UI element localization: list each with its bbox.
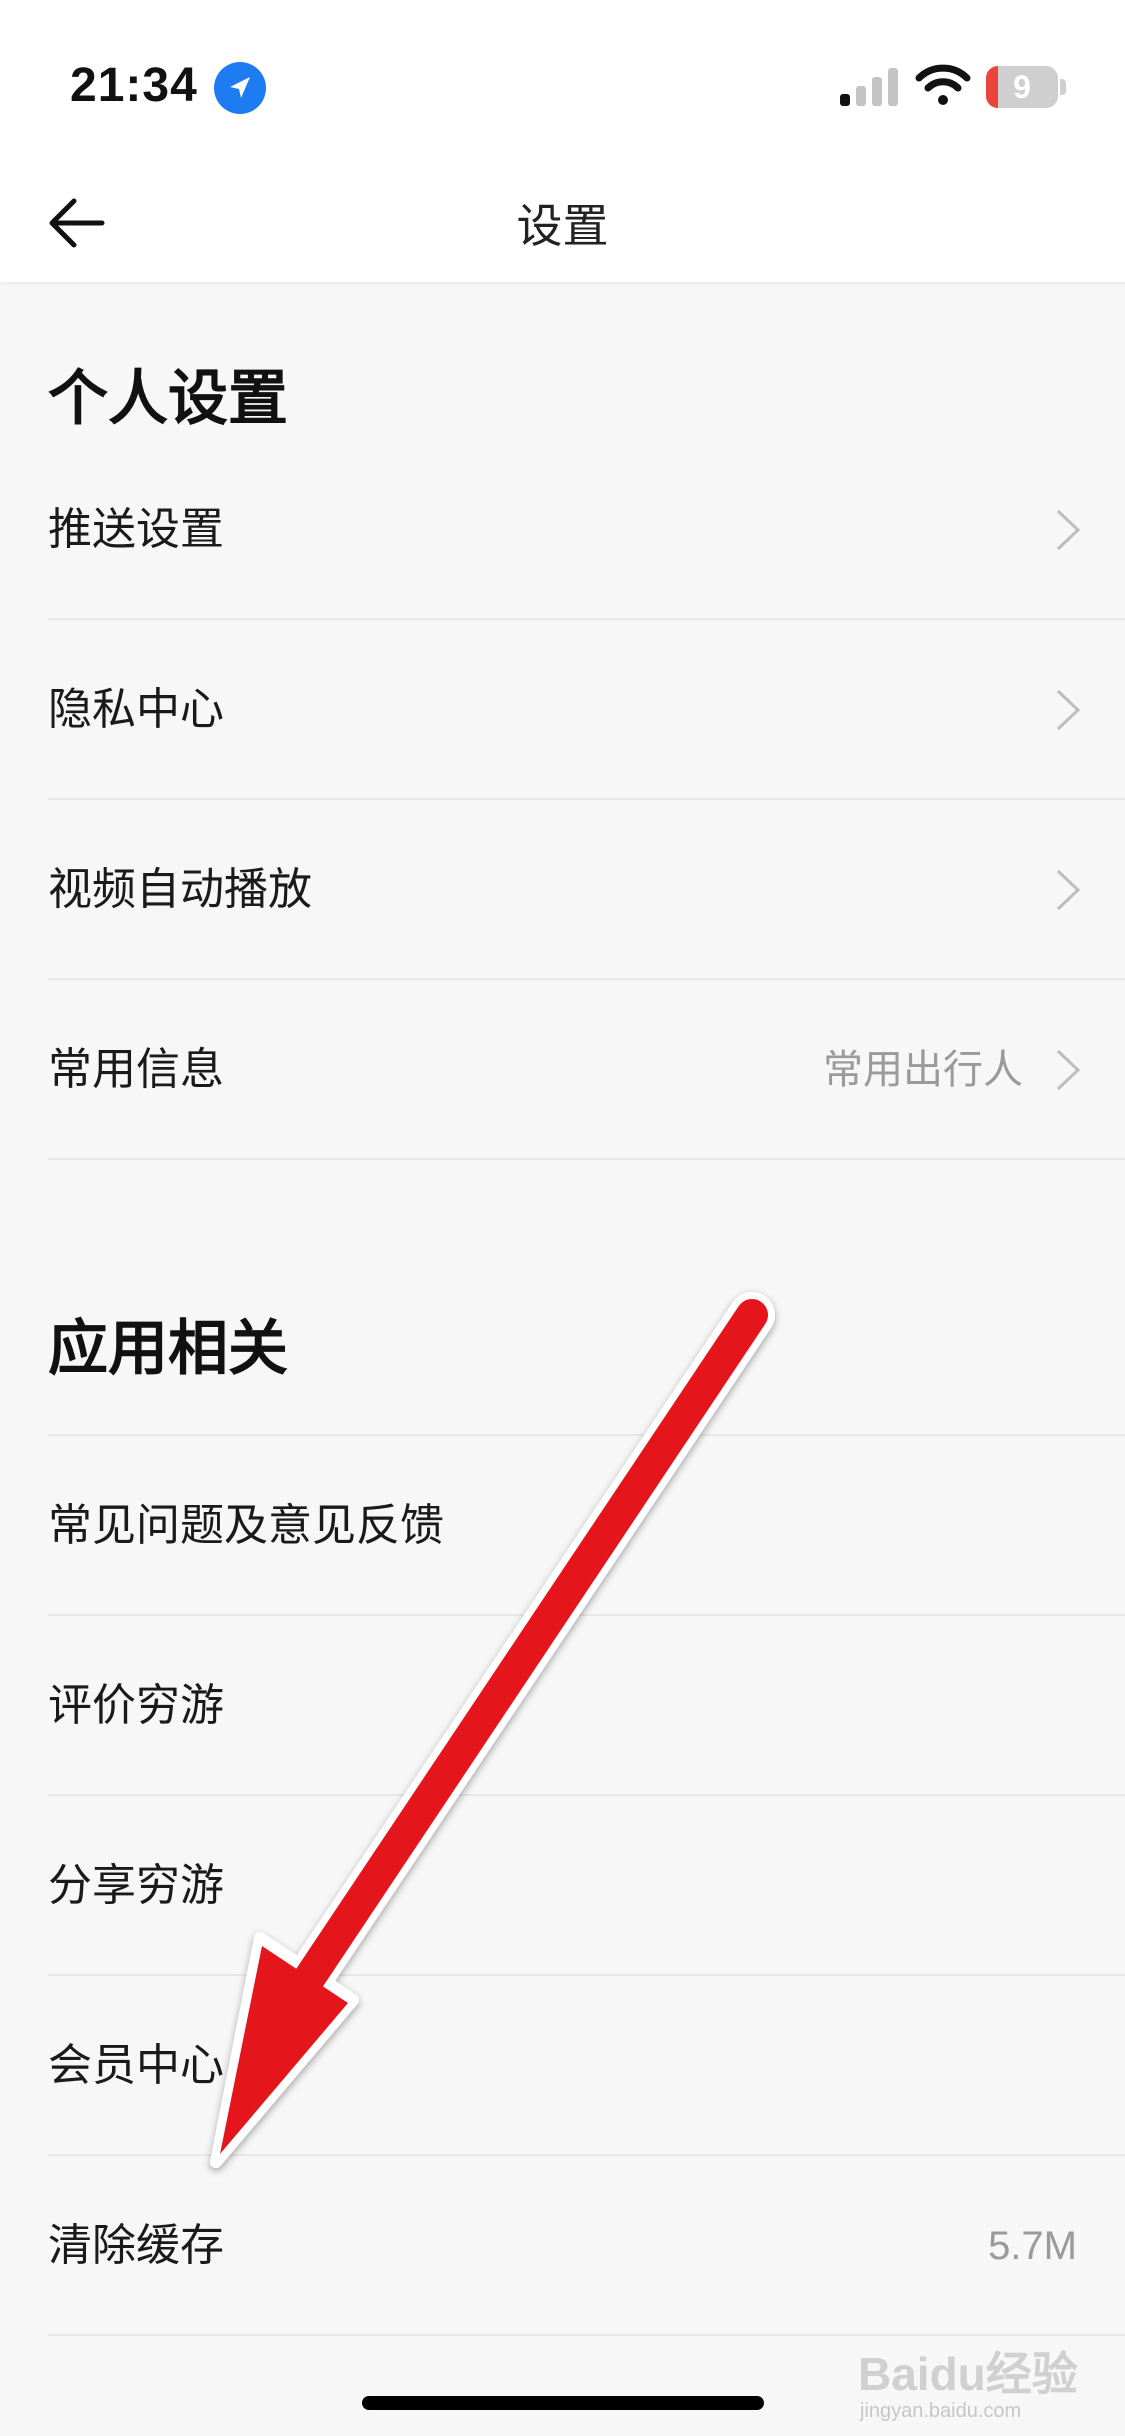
section-title-personal: 个人设置	[48, 365, 288, 432]
wifi-icon	[915, 64, 971, 105]
settings-item-label: 常用信息	[48, 1045, 224, 1094]
settings-item-label: 隐私中心	[48, 685, 224, 734]
settings-item-label: 推送设置	[48, 505, 224, 554]
status-time: 21:34	[70, 59, 198, 112]
settings-item-share-app[interactable]: 分享穷游	[48, 1796, 1125, 1976]
chevron-right-icon	[1056, 1049, 1081, 1091]
page-title: 设置	[516, 200, 609, 252]
status-bar: 21:34 9	[0, 0, 1125, 160]
settings-item-privacy[interactable]: 隐私中心	[48, 620, 1125, 800]
baidu-watermark-logo: Baidu经验	[858, 2338, 1078, 2408]
settings-item-push[interactable]: 推送设置	[48, 440, 1125, 620]
settings-item-video-autoplay[interactable]: 视频自动播放	[48, 800, 1125, 980]
settings-item-common-info[interactable]: 常用信息 常用出行人	[48, 980, 1125, 1160]
battery-icon: 9	[986, 66, 1066, 108]
settings-item-label: 视频自动播放	[48, 865, 312, 914]
settings-item-member-center[interactable]: 会员中心	[48, 1976, 1125, 2156]
nav-bar: 设置	[0, 160, 1125, 282]
battery-percentage: 9	[1013, 69, 1031, 105]
settings-item-clear-cache[interactable]: 清除缓存 5.7M	[48, 2156, 1125, 2336]
settings-item-value: 常用出行人	[823, 1048, 1023, 1092]
watermark-url: jingyan.baidu.com	[860, 2400, 1022, 2422]
settings-item-label: 评价穷游	[48, 1681, 224, 1730]
svg-text:Baidu经验: Baidu经验	[858, 2348, 1078, 2400]
location-icon	[214, 62, 266, 114]
settings-item-faq-feedback[interactable]: 常见问题及意见反馈	[48, 1436, 1125, 1616]
home-indicator[interactable]	[362, 2396, 764, 2410]
settings-item-label: 清除缓存	[48, 2221, 224, 2270]
settings-item-rate-app[interactable]: 评价穷游	[48, 1616, 1125, 1796]
section-title-app: 应用相关	[48, 1315, 288, 1382]
chevron-right-icon	[1056, 689, 1081, 731]
settings-item-label: 会员中心	[48, 2041, 224, 2090]
signal-icon	[840, 68, 898, 106]
chevron-right-icon	[1056, 509, 1081, 551]
chevron-right-icon	[1056, 869, 1081, 911]
settings-item-label: 分享穷游	[48, 1861, 224, 1910]
cache-size-value: 5.7M	[988, 2224, 1077, 2268]
settings-item-label: 常见问题及意见反馈	[48, 1501, 444, 1550]
